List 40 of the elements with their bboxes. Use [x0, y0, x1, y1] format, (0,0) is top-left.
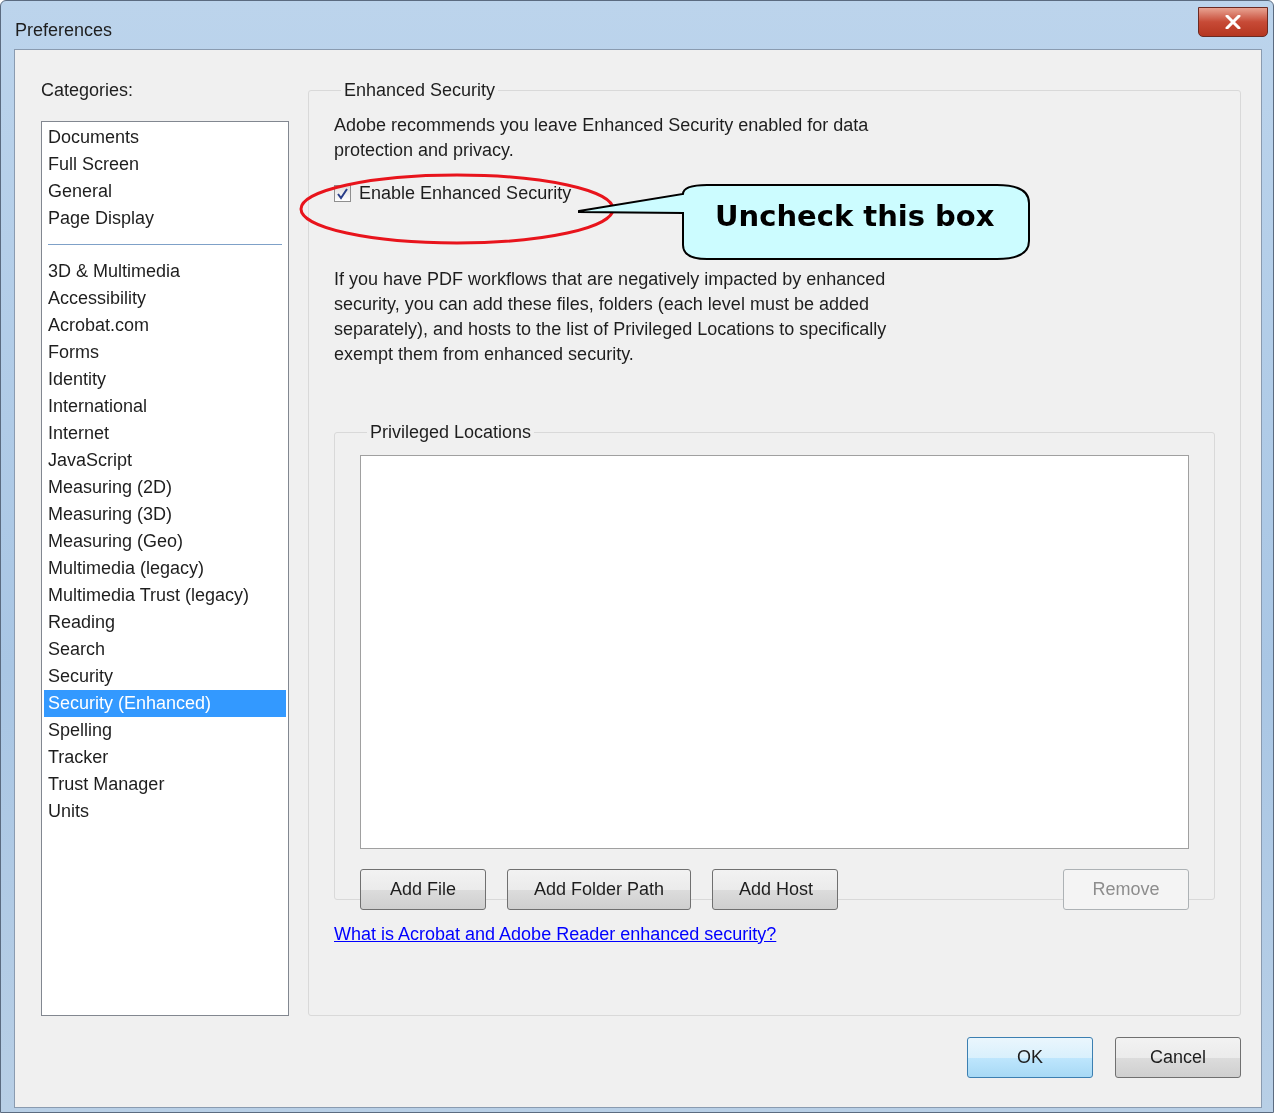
info-text: If you have PDF workflows that are negatively impacted by enhanced security, you can add these files, folders (each level must be added separately), and hosts to the list of Privileged Locations to specifically exempt them from enhanced security.: [334, 268, 888, 366]
category-item[interactable]: JavaScript: [44, 447, 286, 474]
category-item[interactable]: Internet: [44, 420, 286, 447]
category-item[interactable]: Reading: [44, 609, 286, 636]
category-item[interactable]: 3D & Multimedia: [44, 258, 286, 285]
category-item[interactable]: Measuring (2D): [44, 474, 286, 501]
categories-label: Categories:: [41, 79, 135, 102]
action-button[interactable]: Add Host: [712, 869, 839, 910]
action-button[interactable]: Add Folder Path: [507, 869, 692, 910]
category-item[interactable]: General: [44, 178, 286, 205]
category-item[interactable]: Acrobat.com: [44, 312, 286, 339]
category-item[interactable]: Documents: [44, 124, 286, 151]
group-title: Enhanced Security: [343, 80, 497, 101]
category-item[interactable]: Security: [44, 663, 286, 690]
category-item[interactable]: Measuring (Geo): [44, 528, 286, 555]
close-icon: [1224, 15, 1242, 29]
category-item[interactable]: International: [44, 393, 286, 420]
category-item[interactable]: Measuring (3D): [44, 501, 286, 528]
category-item[interactable]: Multimedia (legacy): [44, 555, 286, 582]
close-button[interactable]: [1198, 7, 1268, 37]
group-title: Privileged Locations: [369, 422, 533, 443]
checkbox-label: Enable Enhanced Security: [359, 183, 572, 204]
category-item[interactable]: Tracker: [44, 744, 286, 771]
category-item[interactable]: Forms: [44, 339, 286, 366]
action-button[interactable]: Add File: [360, 869, 486, 910]
category-item[interactable]: Units: [44, 798, 286, 825]
category-item[interactable]: Search: [44, 636, 286, 663]
category-item[interactable]: Accessibility: [44, 285, 286, 312]
intro-text: Adobe recommends you leave Enhanced Security enabled for data protection and privacy.: [334, 114, 870, 162]
category-item[interactable]: Multimedia Trust (legacy): [44, 582, 286, 609]
help-link[interactable]: What is Acrobat and Adobe Reader enhanced security?: [334, 924, 777, 945]
dialog-button[interactable]: Cancel: [1115, 1037, 1241, 1078]
category-item[interactable]: Full Screen: [44, 151, 286, 178]
category-item[interactable]: Identity: [44, 366, 286, 393]
window-title: Preferences: [15, 20, 113, 41]
category-item[interactable]: Spelling: [44, 717, 286, 744]
callout-text: Uncheck this box: [715, 199, 995, 233]
dialog-button[interactable]: OK: [967, 1037, 1093, 1078]
category-item[interactable]: Trust Manager: [44, 771, 286, 798]
category-item[interactable]: Page Display: [44, 205, 286, 232]
